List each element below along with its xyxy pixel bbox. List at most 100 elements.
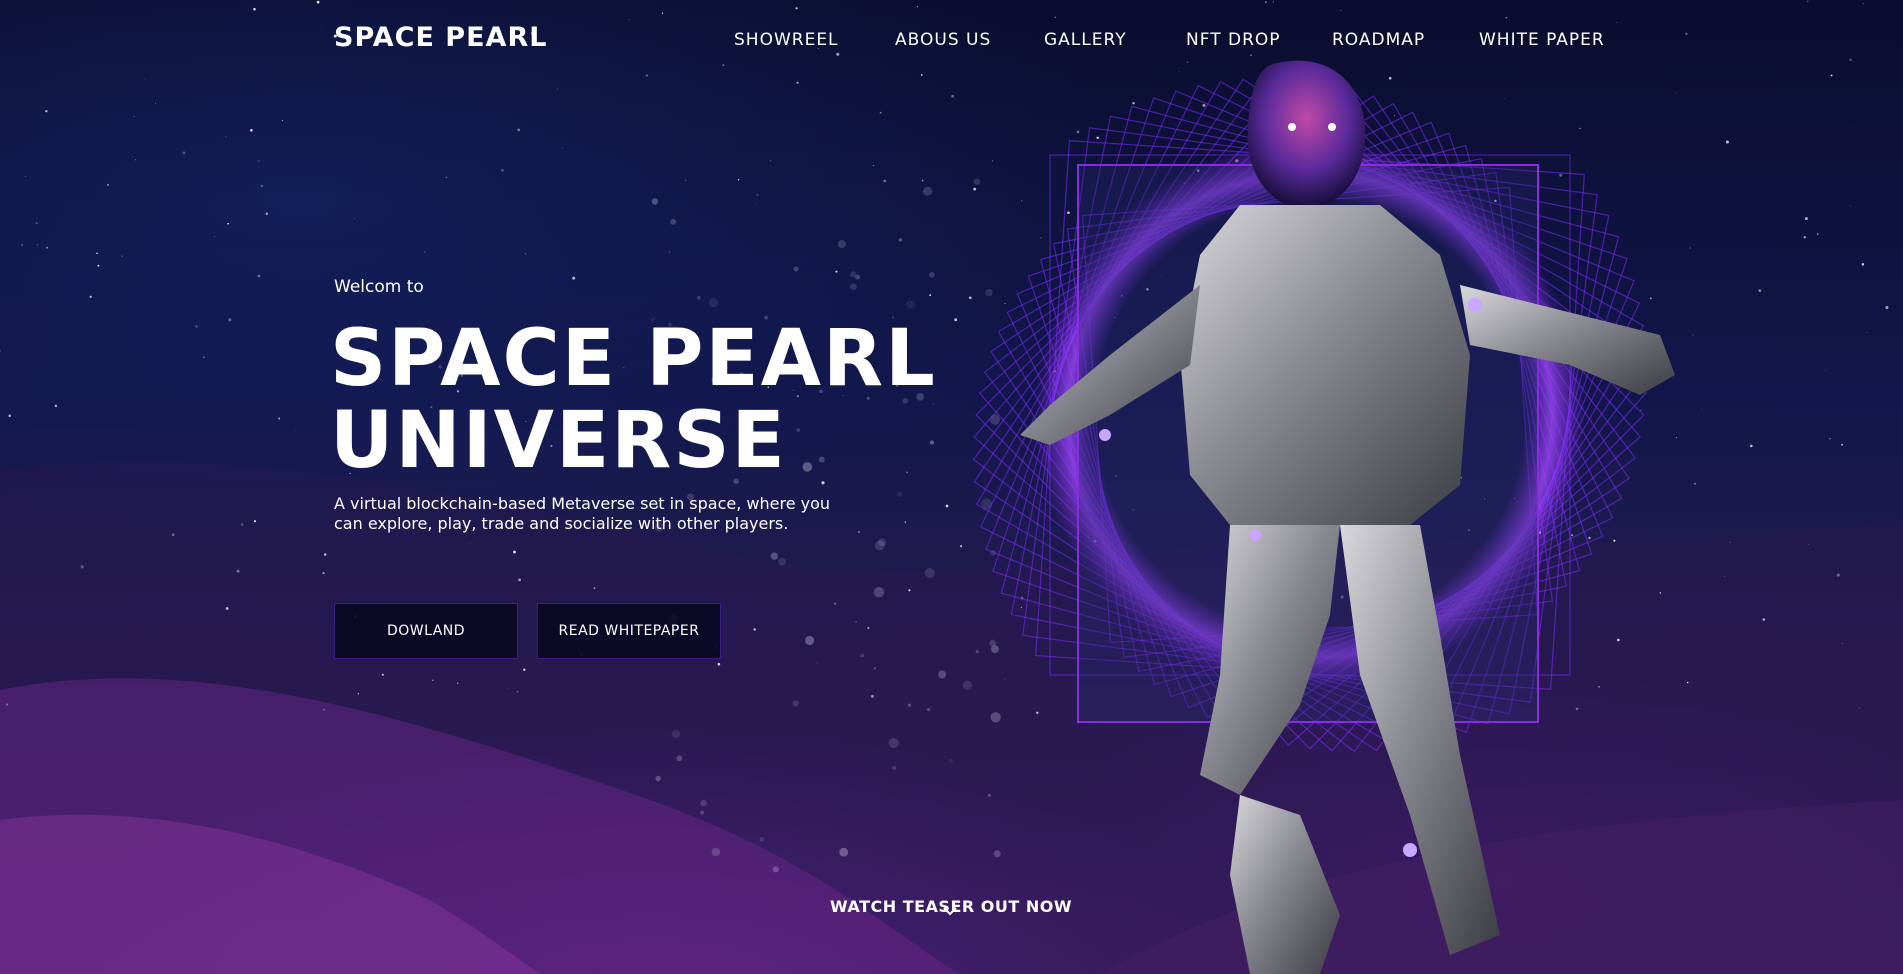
star bbox=[1858, 707, 1861, 709]
star bbox=[257, 274, 261, 278]
bokeh-particle bbox=[924, 567, 935, 579]
star bbox=[195, 325, 198, 328]
star bbox=[316, 0, 320, 4]
star bbox=[516, 690, 519, 693]
star bbox=[870, 694, 874, 698]
star bbox=[357, 693, 360, 695]
star bbox=[5, 703, 9, 706]
star bbox=[756, 193, 759, 197]
star bbox=[517, 128, 521, 132]
bokeh-particle bbox=[897, 491, 903, 497]
star bbox=[1866, 332, 1868, 333]
star bbox=[253, 520, 257, 523]
star bbox=[756, 204, 757, 205]
star bbox=[424, 251, 426, 253]
star bbox=[1849, 58, 1852, 62]
star bbox=[737, 179, 740, 181]
star bbox=[560, 718, 561, 720]
download-button[interactable]: DOWLAND bbox=[334, 603, 518, 659]
star bbox=[1245, 5, 1246, 6]
bokeh-particle bbox=[850, 271, 857, 278]
star bbox=[1803, 235, 1807, 239]
hero-title-line-2: UNIVERSE bbox=[330, 396, 787, 486]
bokeh-particle bbox=[878, 538, 887, 547]
star bbox=[224, 136, 227, 138]
nav-item-showreel[interactable]: SHOWREEL bbox=[734, 30, 839, 50]
hero-description: A virtual blockchain-based Metaverse set… bbox=[334, 494, 831, 533]
star bbox=[213, 235, 215, 237]
star bbox=[1724, 576, 1726, 577]
bokeh-particle bbox=[898, 238, 903, 242]
star bbox=[1505, 16, 1508, 19]
star bbox=[1807, 543, 1809, 545]
star bbox=[107, 183, 109, 186]
star bbox=[523, 668, 526, 671]
star bbox=[507, 688, 508, 689]
nav-item-white-paper[interactable]: WHITE PAPER bbox=[1479, 30, 1605, 50]
star bbox=[0, 349, 2, 352]
bokeh-particle bbox=[770, 552, 779, 560]
nav-item-nft-drop[interactable]: NFT DROP bbox=[1186, 30, 1281, 50]
hero-welcome: Welcom to bbox=[334, 277, 424, 297]
star bbox=[518, 578, 521, 582]
star bbox=[236, 569, 240, 573]
star bbox=[1749, 444, 1753, 448]
bokeh-particle bbox=[804, 635, 815, 646]
nav-item-about-us[interactable]: ABOUS US bbox=[895, 30, 991, 50]
star bbox=[1729, 541, 1731, 543]
star bbox=[883, 179, 887, 183]
star bbox=[645, 74, 649, 77]
star bbox=[909, 298, 911, 299]
star bbox=[431, 679, 434, 682]
star bbox=[661, 12, 664, 14]
star bbox=[904, 521, 906, 523]
star bbox=[684, 179, 687, 182]
star bbox=[795, 7, 798, 10]
bokeh-particle bbox=[923, 186, 933, 196]
star bbox=[469, 542, 471, 544]
hero-title-line-1: SPACE PEARL bbox=[330, 314, 937, 404]
bokeh-particle bbox=[778, 557, 786, 566]
star bbox=[524, 253, 527, 255]
star bbox=[562, 147, 563, 149]
bokeh-particle bbox=[759, 837, 765, 842]
bokeh-particle bbox=[888, 738, 899, 749]
star bbox=[121, 255, 123, 257]
star bbox=[225, 607, 229, 610]
star bbox=[25, 176, 27, 178]
star bbox=[227, 222, 230, 225]
star bbox=[921, 179, 924, 182]
star bbox=[1340, 10, 1342, 11]
star bbox=[1836, 573, 1840, 577]
star bbox=[1725, 140, 1729, 144]
star bbox=[1841, 443, 1844, 446]
bokeh-particle bbox=[651, 198, 659, 205]
star bbox=[155, 103, 156, 105]
star bbox=[513, 550, 516, 554]
star bbox=[253, 7, 256, 11]
star bbox=[722, 64, 725, 67]
nav-item-roadmap[interactable]: ROADMAP bbox=[1332, 30, 1425, 50]
star bbox=[46, 246, 49, 249]
bokeh-particle bbox=[860, 653, 865, 658]
star bbox=[45, 109, 48, 113]
star bbox=[171, 533, 175, 536]
star bbox=[133, 115, 135, 117]
star bbox=[322, 572, 325, 575]
star bbox=[501, 169, 504, 172]
star bbox=[593, 587, 596, 590]
star bbox=[1807, 0, 1809, 3]
nav-item-gallery[interactable]: GALLERY bbox=[1044, 30, 1127, 50]
star bbox=[1762, 618, 1766, 621]
star bbox=[1841, 642, 1843, 644]
star bbox=[717, 662, 721, 666]
star bbox=[557, 88, 558, 90]
read-whitepaper-button[interactable]: READ WHITEPAPER bbox=[537, 603, 721, 659]
star bbox=[323, 553, 327, 556]
star bbox=[228, 318, 232, 322]
star bbox=[20, 243, 24, 247]
star bbox=[295, 430, 297, 432]
star bbox=[1054, 16, 1057, 19]
star bbox=[381, 673, 384, 676]
star bbox=[908, 589, 911, 592]
